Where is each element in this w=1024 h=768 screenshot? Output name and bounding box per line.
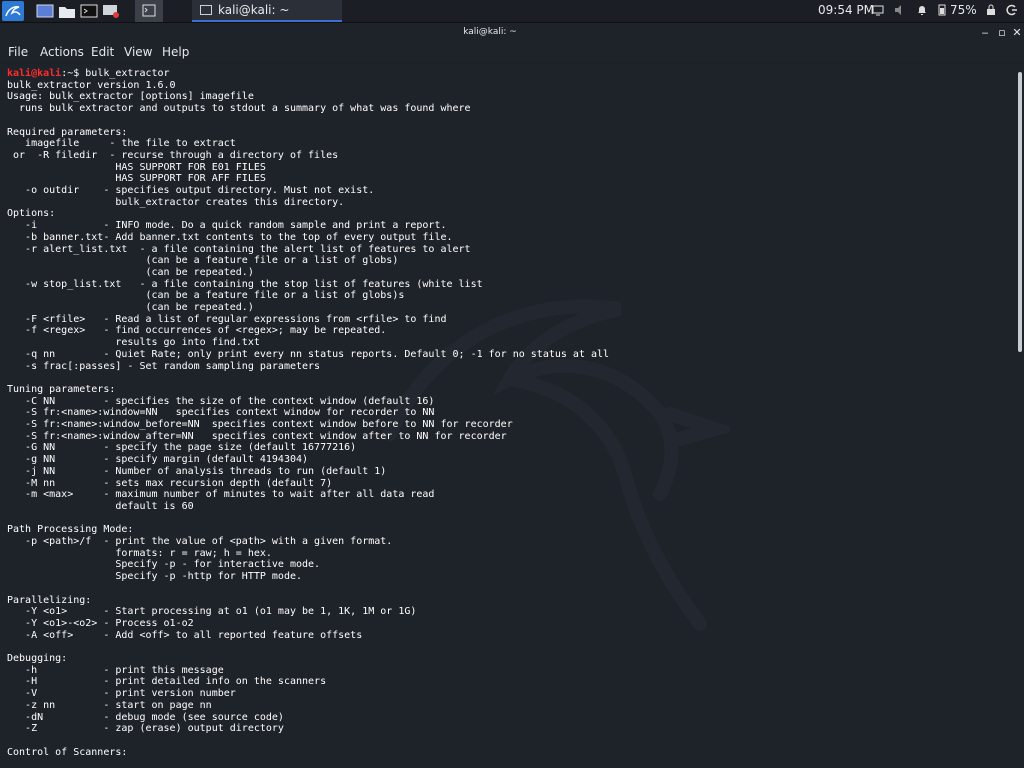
prompt-command: bulk_extractor (85, 68, 170, 79)
scrollbar-thumb[interactable] (1018, 72, 1022, 352)
terminal-line: Parallelizing: (7, 594, 92, 606)
terminal-line: -Z - zap (erase) output directory (7, 723, 284, 735)
terminal-line: -S fr:<name>:window=NN specifies context… (7, 407, 435, 419)
terminal-line: Tuning parameters: (7, 383, 116, 395)
terminal-line: -Y <o1>-<o2> - Process o1-o2 (7, 617, 194, 629)
window-title: kali@kali: ~ (463, 27, 517, 37)
terminal-scrollbar[interactable] (1016, 64, 1024, 768)
terminal-line: -M nn - sets max recursion depth (defaul… (7, 477, 333, 489)
terminal-line: -o outdir - specifies output directory. … (7, 185, 375, 197)
kali-menu-icon[interactable] (2, 1, 24, 21)
terminal-line: Control of Scanners: (7, 746, 128, 758)
menu-help[interactable]: Help (162, 45, 189, 59)
terminal-line: -H - print detailed info on the scanners (7, 676, 327, 688)
terminal-line: results go into find.txt (7, 337, 260, 349)
terminal-line: Options: (7, 208, 56, 220)
terminal-line: default is 60 (7, 500, 194, 512)
terminal-launcher-icon[interactable] (80, 3, 98, 19)
terminal-line: or -R filedir - recurse through a direct… (7, 149, 339, 161)
terminal-line: formats: r = raw; h = hex. (7, 547, 272, 559)
terminal-line: imagefile - the file to extract (7, 138, 236, 150)
task-terminal-icon[interactable] (135, 0, 163, 22)
close-icon[interactable]: ✕ (1010, 26, 1024, 39)
terminal-line: Specify -p -http for HTTP mode. (7, 571, 303, 583)
terminal-line: -w stop_list.txt - a file containing the… (7, 278, 483, 290)
volume-icon[interactable] (894, 4, 906, 16)
browser-launcher-icon[interactable] (102, 3, 120, 19)
terminal-line: bulk_extractor version 1.6.0 (7, 79, 176, 91)
terminal-line: (can be repeated.) (7, 266, 254, 278)
terminal-line: -dN - debug mode (see source code) (7, 711, 284, 723)
terminal-line: -h - print this message (7, 664, 224, 676)
clock[interactable]: 09:54 PM (818, 3, 874, 17)
terminal-line: -g NN - specify margin (default 4194304) (7, 454, 309, 466)
menu-view[interactable]: View (124, 45, 152, 59)
terminal-line: Usage: bulk_extractor [options] imagefil… (7, 91, 254, 103)
terminal-line: bulk_extractor creates this directory. (7, 196, 345, 208)
terminal-line: -f <regex> - find occurrences of <regex>… (7, 325, 387, 337)
terminal-output-area[interactable]: kali@kali:~$ bulk_extractor bulk_extracto… (0, 64, 1016, 768)
notification-bell-icon[interactable] (916, 4, 928, 16)
battery-icon[interactable] (936, 4, 948, 16)
logout-icon[interactable] (1006, 4, 1018, 16)
terminal-line: (can be a feature file or a list of glob… (7, 255, 399, 267)
workspace-switcher-icon[interactable] (36, 3, 54, 19)
battery-percentage[interactable]: 75% (950, 3, 977, 17)
terminal-line: -q nn - Quiet Rate; only print every nn … (7, 348, 610, 360)
prompt-user: kali@kali (7, 68, 62, 79)
terminal-line: -z nn - start on page nn (7, 699, 212, 711)
terminal-line: runs bulk extractor and outputs to stdou… (7, 103, 471, 115)
terminal-text: kali@kali:~$ bulk_extractor bulk_extracto… (7, 68, 609, 758)
terminal-line: -Y <o1> - Start processing at o1 (o1 may… (7, 606, 417, 618)
menu-edit[interactable]: Edit (91, 45, 114, 59)
prompt-separator: :~$ (61, 68, 86, 79)
terminal-line: -j NN - Number of analysis threads to ru… (7, 465, 387, 477)
terminal-prompt-line: kali@kali:~$ bulk_extractor (7, 68, 609, 80)
terminal-line: -S fr:<name>:window_after=NN specifies c… (7, 430, 507, 442)
terminal-line: -G NN - specify the page size (default 1… (7, 442, 357, 454)
file-manager-icon[interactable] (58, 3, 76, 19)
terminal-line: -s frac[:passes] - Set random sampling p… (7, 360, 321, 372)
terminal-line: -F <rfile> - Read a list of regular expr… (7, 313, 447, 325)
terminal-line: -C NN - specifies the size of the contex… (7, 395, 435, 407)
menu-file[interactable]: File (8, 45, 28, 59)
display-icon[interactable] (872, 4, 884, 16)
terminal-line: -r alert_list.txt - a file containing th… (7, 243, 471, 255)
window-titlebar[interactable]: kali@kali: ~ ‒ ▫ ✕ (0, 23, 1024, 43)
terminal-line: Required parameters: (7, 126, 128, 138)
lock-screen-icon[interactable] (985, 4, 997, 16)
terminal-line: -m <max> - maximum number of minutes to … (7, 489, 435, 501)
terminal-line: Specify -p - for interactive mode. (7, 559, 321, 571)
terminal-line: -b banner.txt- Add banner.txt contents t… (7, 231, 453, 243)
terminal-output: bulk_extractor version 1.6.0 Usage: bulk_… (7, 80, 609, 759)
terminal-line: -i - INFO mode. Do a quick random sample… (7, 220, 447, 232)
top-panel: kali@kali: ~ 09:54 PM 75% (0, 0, 1024, 23)
terminal-line: (can be a feature file or a list of glob… (7, 290, 405, 302)
terminal-line: Path Processing Mode: (7, 524, 134, 536)
terminal-line: -V - print version number (7, 688, 236, 700)
taskbar-window-button[interactable]: kali@kali: ~ (192, 0, 342, 22)
maximize-icon[interactable]: ▫ (995, 26, 1009, 39)
taskbar-window-title: kali@kali: ~ (218, 3, 290, 17)
minimize-icon[interactable]: ‒ (978, 26, 992, 39)
terminal-line: (can be repeated.) (7, 302, 254, 314)
terminal-line: -p <path>/f - print the value of <path> … (7, 536, 393, 548)
terminal-window-icon (200, 5, 212, 15)
terminal-line: Debugging: (7, 653, 68, 665)
terminal-line: HAS SUPPORT FOR E01 FILES (7, 161, 266, 173)
terminal-line: -S fr:<name>:window_before=NN specifies … (7, 419, 513, 431)
menu-bar: File Actions Edit View Help (0, 43, 1024, 63)
menu-actions[interactable]: Actions (40, 45, 84, 59)
terminal-line: -A <off> - Add <off> to all reported fea… (7, 629, 363, 641)
terminal-line: HAS SUPPORT FOR AFF FILES (7, 173, 266, 185)
